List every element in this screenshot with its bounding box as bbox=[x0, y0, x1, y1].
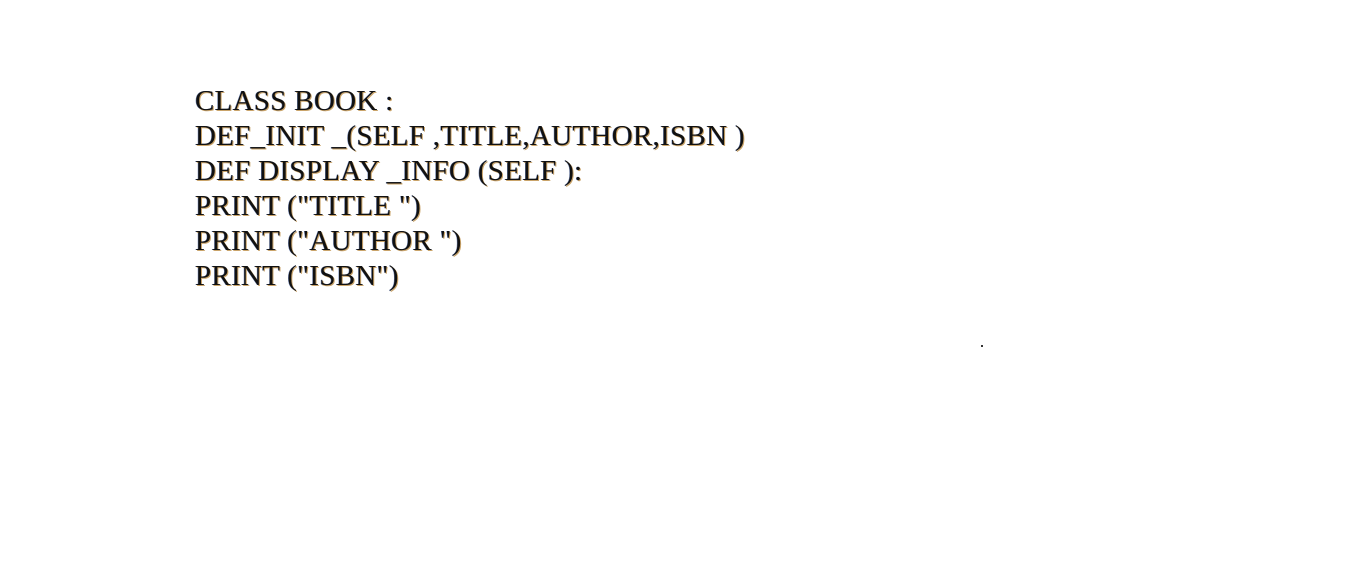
document-page: CLASS BOOK : DEF_INIT _(SELF ,TITLE,AUTH… bbox=[0, 0, 1360, 574]
code-line-init-method: DEF_INIT _(SELF ,TITLE,AUTHOR,ISBN ) bbox=[195, 120, 745, 152]
code-line-display-info-method: DEF DISPLAY _INFO (SELF ): bbox=[195, 155, 583, 187]
code-text-block: CLASS BOOK : DEF_INIT _(SELF ,TITLE,AUTH… bbox=[195, 84, 745, 294]
code-line-print-author: PRINT ("AUTHOR ") bbox=[195, 225, 462, 257]
stray-dot-mark bbox=[981, 345, 983, 347]
code-line-print-title: PRINT ("TITLE ") bbox=[195, 190, 422, 222]
code-line-print-isbn: PRINT ("ISBN") bbox=[195, 260, 399, 292]
code-line-class-declaration: CLASS BOOK : bbox=[195, 85, 394, 117]
